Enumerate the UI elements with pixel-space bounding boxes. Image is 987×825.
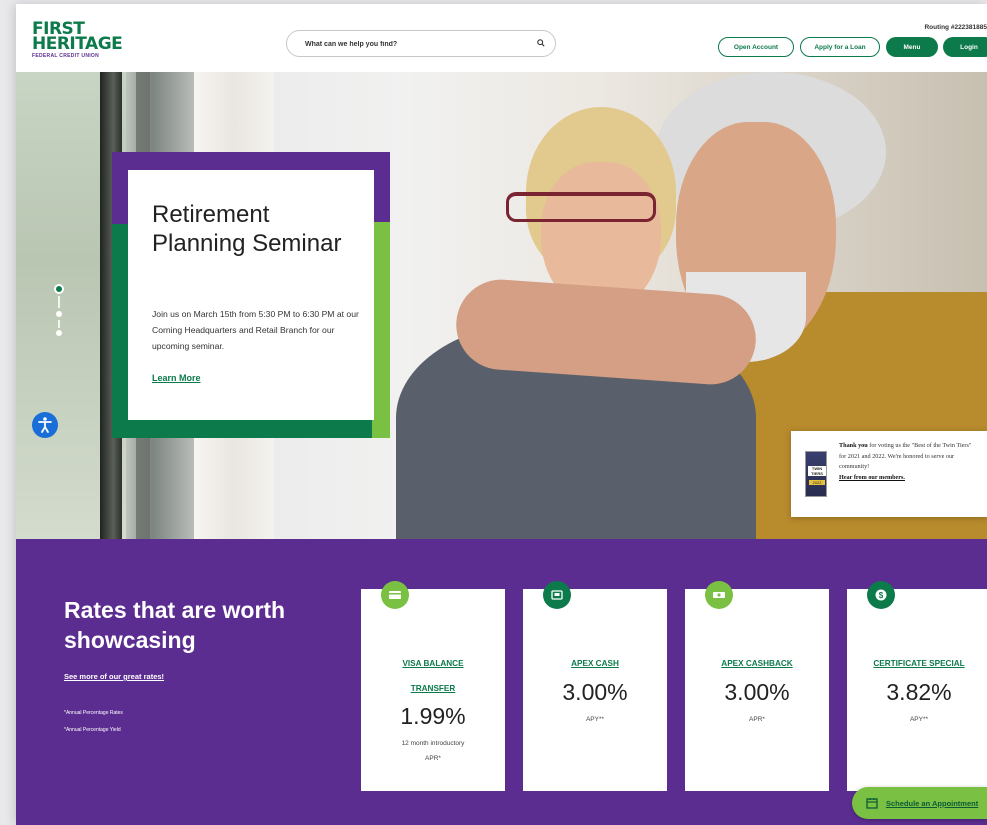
visa-rate-unit-line1: 12 month introductory bbox=[401, 740, 465, 747]
site-header: FIRST HERITAGE FEDERAL CREDIT UNION Rout… bbox=[16, 4, 987, 72]
cash-register-glyph bbox=[551, 590, 563, 600]
footnote-apr: *Annual Percentage Rates bbox=[64, 710, 123, 716]
calendar-icon bbox=[866, 798, 878, 809]
money-icon bbox=[705, 581, 733, 609]
apex-cash-unit: APY** bbox=[585, 716, 605, 723]
badge-title: TWIN TIERS bbox=[808, 466, 826, 476]
schedule-appointment-button[interactable]: Schedule an Appointment bbox=[852, 787, 987, 819]
open-account-button[interactable]: Open Account bbox=[718, 37, 794, 57]
dollar-coin-glyph: $ bbox=[875, 589, 887, 601]
search-icon[interactable] bbox=[537, 39, 545, 47]
search-input[interactable] bbox=[305, 36, 525, 52]
login-button[interactable]: Login bbox=[943, 37, 987, 57]
rate-card-apex-cashback: APEX CASHBACK 3.00% APR* bbox=[685, 581, 829, 791]
rates-section: Rates that are worth showcasing See more… bbox=[16, 539, 987, 825]
menu-button[interactable]: Menu bbox=[886, 37, 938, 57]
promo-body: Join us on March 15th from 5:30 PM to 6:… bbox=[152, 309, 359, 351]
award-callout: TWIN TIERS 2022 Thank you for voting us … bbox=[791, 431, 987, 517]
rate-card-certificate: $ CERTIFICATE SPECIAL 3.82% APY** bbox=[847, 581, 987, 791]
rate-card-visa: VISA BALANCE TRANSFER 1.99% 12 month int… bbox=[361, 581, 505, 791]
apex-cash-link[interactable]: APEX CASH bbox=[523, 651, 667, 676]
visa-rate-unit-line2: APR* bbox=[425, 755, 441, 762]
promo-title: Retirement Planning Seminar bbox=[152, 201, 342, 257]
see-more-rates-link[interactable]: See more of our great rates! bbox=[64, 672, 164, 681]
carousel-track bbox=[58, 320, 60, 328]
visa-link-line2[interactable]: TRANSFER bbox=[361, 676, 505, 701]
carousel-dot[interactable] bbox=[56, 330, 62, 336]
twin-tiers-badge-icon: TWIN TIERS 2022 bbox=[805, 451, 827, 497]
certificate-special-link[interactable]: CERTIFICATE SPECIAL bbox=[847, 651, 987, 676]
apex-cashback-unit: APR* bbox=[749, 716, 765, 723]
badge-year: 2022 bbox=[809, 480, 825, 485]
hear-members-link[interactable]: Hear from our members. bbox=[839, 473, 979, 484]
apex-cashback-link[interactable]: APEX CASHBACK bbox=[685, 651, 829, 676]
logo-line2: HERITAGE bbox=[32, 34, 123, 54]
footnote-apy: *Annual Percentage Yield bbox=[64, 727, 121, 733]
logo-line3: FEDERAL CREDIT UNION bbox=[32, 53, 100, 59]
browser-page: FIRST HERITAGE FEDERAL CREDIT UNION Rout… bbox=[16, 4, 987, 825]
certificate-rate: 3.82% bbox=[886, 679, 952, 705]
svg-text:$: $ bbox=[879, 591, 884, 600]
first-heritage-logo[interactable]: FIRST HERITAGE FEDERAL CREDIT UNION bbox=[32, 21, 142, 60]
apex-cashback-rate: 3.00% bbox=[724, 679, 790, 705]
routing-number: Routing #222381885 bbox=[924, 24, 987, 31]
credit-card-icon bbox=[381, 581, 409, 609]
carousel-track bbox=[58, 296, 60, 308]
dollar-coin-icon: $ bbox=[867, 581, 895, 609]
visa-rate: 1.99% bbox=[400, 703, 466, 729]
apply-loan-button[interactable]: Apply for a Loan bbox=[800, 37, 880, 57]
carousel-dot[interactable] bbox=[56, 311, 62, 317]
credit-card-glyph bbox=[389, 591, 401, 599]
accessibility-button[interactable] bbox=[32, 412, 58, 438]
rates-title: Rates that are worth showcasing bbox=[64, 597, 286, 653]
accessibility-icon bbox=[38, 417, 52, 433]
search-bar bbox=[286, 30, 556, 57]
schedule-appointment-label: Schedule an Appointment bbox=[886, 798, 979, 808]
visa-balance-transfer-link[interactable]: VISA BALANCE TRANSFER bbox=[361, 651, 505, 701]
cash-register-icon bbox=[543, 581, 571, 609]
carousel-dot-active[interactable] bbox=[54, 284, 64, 294]
rate-card-apex-cash: APEX CASH 3.00% APY** bbox=[523, 581, 667, 791]
hero-photo-glasses bbox=[506, 192, 656, 222]
promo-frame-lime bbox=[372, 222, 390, 438]
award-text: Thank you for voting us the "Best of the… bbox=[839, 441, 979, 483]
promo-card: Retirement Planning Seminar Join us on M… bbox=[128, 170, 374, 420]
learn-more-link[interactable]: Learn More bbox=[152, 373, 201, 383]
visa-link-line1[interactable]: VISA BALANCE bbox=[361, 651, 505, 676]
money-glyph bbox=[713, 592, 725, 598]
certificate-unit: APY** bbox=[909, 716, 929, 723]
apex-cash-rate: 3.00% bbox=[562, 679, 628, 705]
award-thank: Thank you bbox=[839, 442, 868, 449]
hero-banner: Retirement Planning Seminar Join us on M… bbox=[16, 72, 987, 539]
